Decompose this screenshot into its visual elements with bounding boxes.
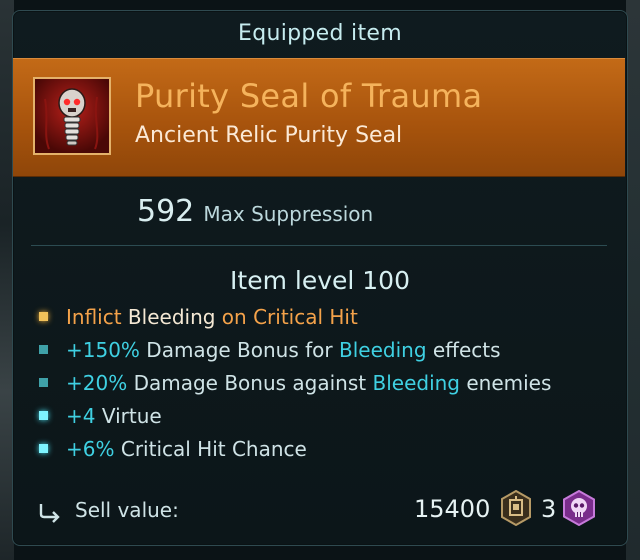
modifier-value: +4	[66, 404, 96, 428]
panel-title: Equipped item	[238, 21, 402, 46]
modifier-row: Inflict Bleeding on Critical Hit	[39, 301, 551, 334]
stat-value: 592	[137, 194, 195, 229]
stat-label: Max Suppression	[203, 202, 374, 226]
modifier-text: Inflict	[66, 305, 122, 329]
modifier-text: effects	[426, 338, 501, 362]
modifier-value: +150%	[66, 338, 140, 362]
modifier-keyword: Bleeding	[372, 371, 460, 395]
background-edge-right	[626, 0, 640, 560]
modifier-keyword: Bleeding	[121, 305, 216, 329]
cyan-bullet-icon	[39, 411, 48, 420]
sell-amount: 15400	[414, 495, 491, 523]
item-header: Purity Seal of Trauma Ancient Relic Puri…	[13, 58, 625, 177]
modifier-text: Critical Hit Chance	[114, 437, 307, 461]
modifier-text: enemies	[460, 371, 552, 395]
sell-value-label: Sell value:	[75, 498, 179, 522]
modifier-text: Damage Bonus for	[139, 338, 339, 362]
item-level: Item level 100	[230, 266, 410, 295]
modifier-text: Virtue	[95, 404, 162, 428]
sell-arrow-icon	[39, 504, 60, 523]
modifier-text: on Critical Hit	[215, 305, 358, 329]
item-name: Purity Seal of Trauma	[135, 77, 483, 115]
item-type: Ancient Relic Purity Seal	[135, 123, 403, 148]
modifier-list: Inflict Bleeding on Critical Hit +150% D…	[39, 301, 551, 466]
modifier-text: Damage Bonus against	[127, 371, 373, 395]
primary-stat: 592 Max Suppression	[137, 194, 373, 229]
modifier-row: +20% Damage Bonus against Bleeding enemi…	[39, 367, 551, 400]
modifier-row: +6% Critical Hit Chance	[39, 433, 551, 466]
red-skull-relic-icon	[33, 77, 111, 155]
coin-icon	[501, 490, 531, 526]
modifier-value: +6%	[66, 437, 115, 461]
gold-bullet-icon	[39, 312, 48, 321]
modifier-value: +20%	[66, 371, 128, 395]
teal-bullet-icon	[39, 378, 48, 387]
divider	[31, 245, 607, 246]
modifier-row: +4 Virtue	[39, 400, 551, 433]
skull-badge-icon	[563, 490, 595, 526]
secondary-currency-count: 3	[541, 495, 557, 523]
cyan-bullet-icon	[39, 444, 48, 453]
equipped-item-tooltip: Equipped item Purity Seal of Trauma Anci…	[12, 10, 628, 546]
teal-bullet-icon	[39, 345, 48, 354]
modifier-keyword: Bleeding	[339, 338, 427, 362]
sell-footer: Sell value: 15400 3	[13, 481, 627, 541]
modifier-row: +150% Damage Bonus for Bleeding effects	[39, 334, 551, 367]
